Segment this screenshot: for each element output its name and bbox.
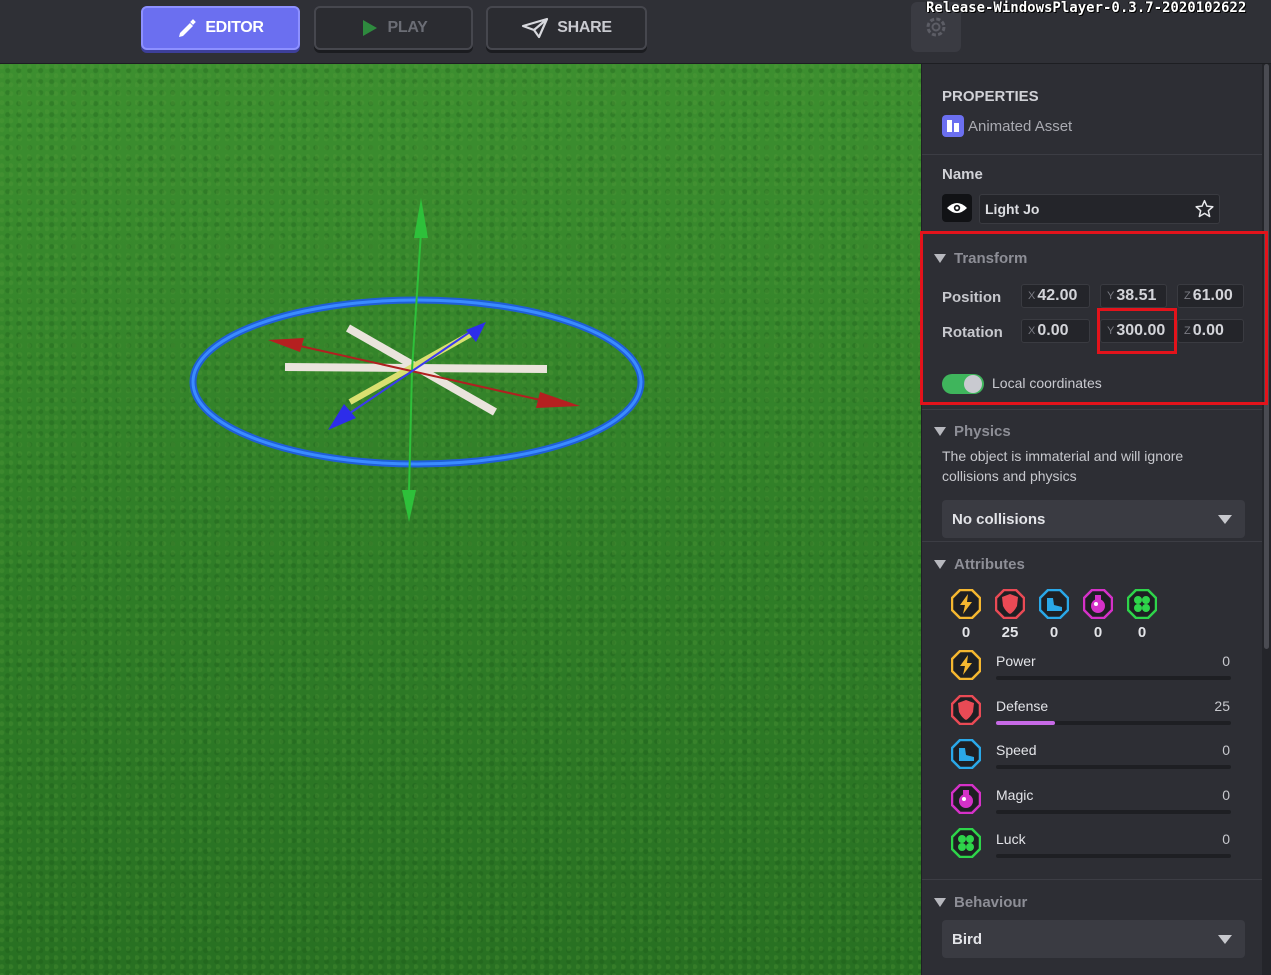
eye-icon [947, 203, 967, 213]
attribute-summary-luck [1126, 588, 1158, 620]
attribute-name: Power [996, 653, 1036, 669]
name-label: Name [942, 166, 983, 183]
dropdown-arrow-icon [1218, 515, 1232, 524]
transform-gizmo[interactable] [0, 64, 921, 975]
attribute-value: 0 [1222, 742, 1230, 758]
collapse-triangle-icon [934, 427, 946, 436]
attribute-value: 0 [1222, 653, 1230, 669]
editor-button-label: EDITOR [205, 19, 264, 36]
attribute-icon-speed [950, 738, 982, 770]
attribute-summary-power [950, 588, 982, 620]
attribute-slider-track[interactable] [996, 765, 1231, 769]
paper-plane-icon [522, 17, 549, 39]
attribute-icon-magic [950, 783, 982, 814]
editor-button[interactable]: EDITOR [141, 6, 300, 50]
z-axis-handle[interactable] [328, 322, 486, 430]
name-field[interactable]: Light Jo [979, 194, 1220, 224]
shield-icon [994, 588, 1026, 620]
attribute-value: 0 [1222, 786, 1230, 803]
attribute-summary-speed [1038, 588, 1070, 620]
attributes-title: Attributes [954, 556, 1025, 573]
gear-icon [926, 17, 946, 37]
attribute-value: 25 [1214, 697, 1230, 714]
attribute-count: 0 [1093, 624, 1103, 641]
visibility-toggle[interactable] [942, 194, 972, 222]
pencil-icon [179, 19, 197, 37]
properties-panel: PROPERTIES Animated Asset Name Light Jo … [921, 64, 1262, 975]
share-button-label: SHARE [557, 19, 612, 36]
rotation-y-highlight-box [1097, 308, 1177, 354]
lightning-icon [950, 649, 982, 681]
attribute-icon-luck [950, 827, 982, 859]
attribute-slider-fill [996, 720, 1055, 725]
potion-icon [1082, 588, 1114, 620]
divider [922, 541, 1262, 542]
attribute-name: Magic [996, 786, 1034, 803]
light-object[interactable] [284, 324, 548, 416]
clover-icon [950, 827, 982, 859]
lightning-icon [950, 588, 982, 620]
attribute-count: 25 [1001, 624, 1019, 641]
attributes-section-header[interactable]: Attributes [934, 556, 1025, 573]
attribute-name: Luck [996, 831, 1026, 847]
attribute-icon-defense [950, 694, 982, 725]
physics-section-header[interactable]: Physics [934, 423, 1011, 440]
attribute-summary-magic [1082, 588, 1114, 620]
physics-title: Physics [954, 423, 1011, 440]
boot-icon [1038, 588, 1070, 620]
share-button[interactable]: SHARE [486, 6, 647, 50]
collapse-triangle-icon [934, 898, 946, 907]
x-axis-handle[interactable] [268, 338, 580, 408]
play-button-label: PLAY [387, 19, 428, 36]
physics-description: The object is immaterial and will ignore… [942, 448, 1184, 484]
attribute-icon-power [950, 649, 982, 681]
attribute-name: Defense [996, 697, 1049, 714]
star-icon[interactable] [1194, 199, 1215, 219]
animated-asset-icon [942, 115, 964, 137]
collision-dropdown-value: No collisions [952, 510, 1046, 528]
build-version-label: Release-WindowsPlayer-0.3.7-2020102622 [926, 0, 1247, 16]
boot-icon [950, 738, 982, 770]
potion-icon [950, 783, 982, 814]
behaviour-dropdown[interactable]: Bird [942, 920, 1245, 958]
divider [922, 409, 1262, 410]
behaviour-title: Behaviour [954, 894, 1028, 911]
behaviour-dropdown-value: Bird [952, 930, 982, 948]
divider [922, 879, 1262, 880]
attribute-count: 0 [961, 624, 971, 641]
divider [922, 154, 1262, 155]
attribute-count: 0 [1049, 624, 1059, 641]
attribute-count: 0 [1137, 624, 1147, 641]
collapse-triangle-icon [934, 560, 946, 569]
rotation-ring-highlight [191, 298, 643, 466]
name-field-value: Light Jo [985, 201, 1040, 217]
attribute-slider-track[interactable] [996, 676, 1231, 680]
scene-viewport[interactable] [0, 64, 921, 975]
shield-icon [950, 694, 982, 725]
play-button[interactable]: PLAY [314, 6, 473, 50]
attribute-value: 0 [1222, 831, 1230, 847]
clover-icon [1126, 588, 1158, 620]
top-toolbar: EDITOR PLAY SHARE Release-WindowsPlayer-… [0, 0, 1271, 64]
transform-highlight-box [920, 231, 1268, 405]
attribute-slider-track[interactable] [996, 854, 1231, 858]
attribute-summary-defense [994, 588, 1026, 620]
attribute-slider-track[interactable] [996, 720, 1231, 725]
asset-type-row: Animated Asset [942, 115, 1072, 137]
asset-type-label: Animated Asset [968, 117, 1073, 135]
panel-scrollbar[interactable] [1262, 64, 1271, 975]
play-icon [363, 20, 378, 36]
properties-header: PROPERTIES [942, 88, 1039, 105]
behaviour-section-header[interactable]: Behaviour [934, 894, 1027, 911]
dropdown-arrow-icon [1218, 935, 1232, 944]
collision-dropdown[interactable]: No collisions [942, 500, 1245, 538]
attribute-slider-track[interactable] [996, 809, 1231, 814]
attribute-name: Speed [996, 742, 1037, 758]
